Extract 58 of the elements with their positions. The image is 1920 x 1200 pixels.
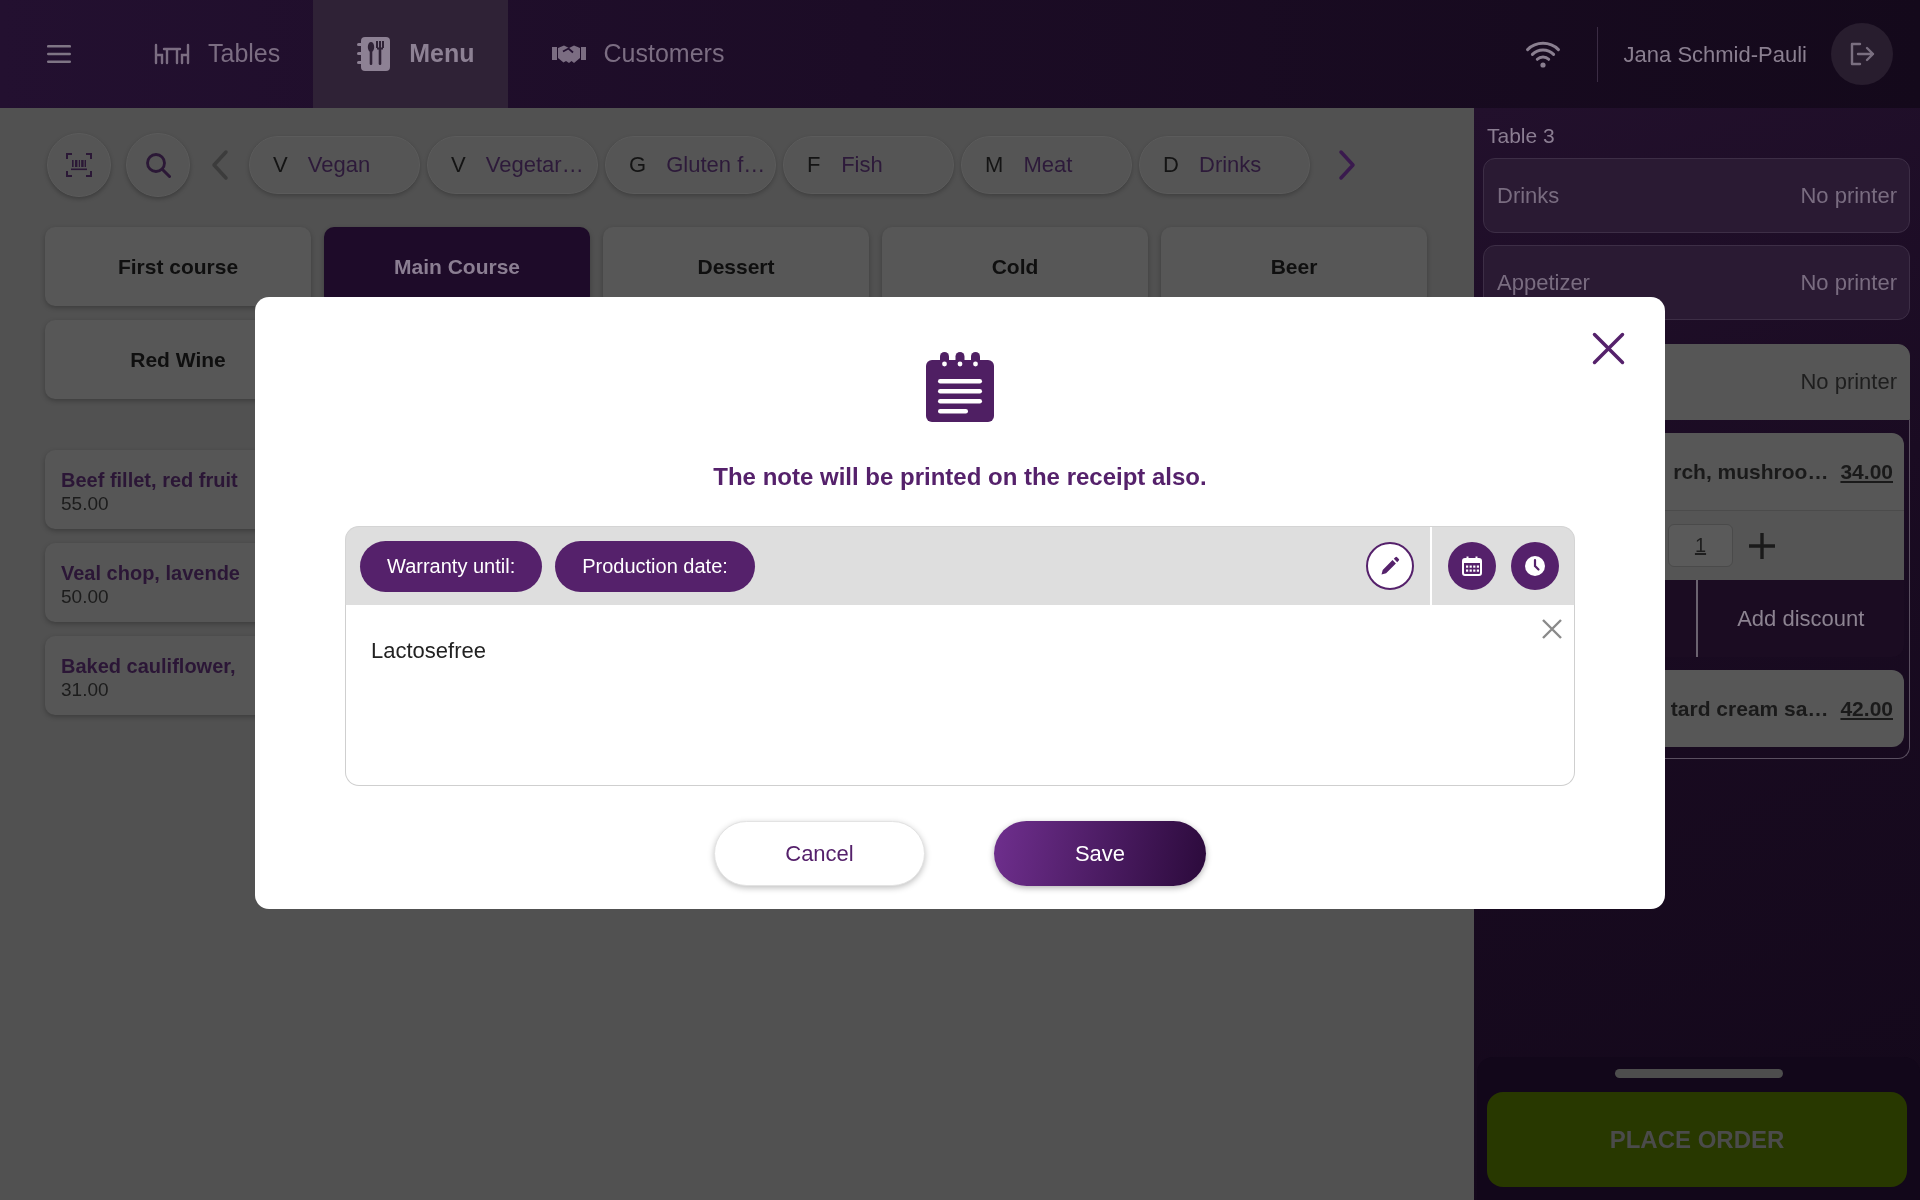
course-group-header[interactable]: Drinks No printer bbox=[1483, 158, 1910, 233]
item-name: Veal chop, lavende bbox=[61, 561, 240, 585]
item-price: 34.00 bbox=[1840, 458, 1893, 485]
filter-chip[interactable]: D Drinks bbox=[1139, 136, 1310, 194]
printer-status: No printer bbox=[1800, 270, 1897, 295]
filter-chip[interactable]: V Vegan bbox=[249, 136, 420, 194]
filter-chip[interactable]: V Vegetar… bbox=[427, 136, 598, 194]
item-name: Beef fillet, red fruit bbox=[61, 468, 238, 492]
item-price: 55.00 bbox=[61, 492, 109, 516]
item-name: rch, mushroo… bbox=[1673, 458, 1829, 485]
close-icon[interactable] bbox=[1592, 332, 1625, 365]
clear-icon[interactable] bbox=[1541, 618, 1563, 640]
cutlery-book-icon bbox=[357, 36, 392, 72]
plus-icon[interactable] bbox=[1747, 530, 1777, 561]
dialog-message: The note will be printed on the receipt also. bbox=[713, 462, 1207, 491]
nav-tab[interactable]: Tables bbox=[110, 0, 314, 108]
insert-tag-button[interactable]: Warranty until: bbox=[360, 540, 543, 592]
search-button[interactable] bbox=[126, 133, 190, 197]
quantity-field[interactable]: 1 bbox=[1668, 524, 1733, 567]
item-name: tard cream sa… bbox=[1670, 695, 1829, 722]
time-button[interactable] bbox=[1511, 542, 1559, 590]
printer-status: No printer bbox=[1800, 183, 1897, 208]
menu-icon[interactable] bbox=[47, 45, 71, 63]
edit-button[interactable] bbox=[1366, 542, 1414, 590]
calendar-icon bbox=[1462, 556, 1482, 576]
user-name: Jana Schmid-Pauli bbox=[1623, 40, 1807, 69]
pencil-icon bbox=[1380, 556, 1400, 576]
filter-chip[interactable]: G Gluten f… bbox=[605, 136, 776, 194]
cancel-button[interactable]: Cancel bbox=[714, 821, 925, 886]
group-name: Drinks bbox=[1497, 183, 1560, 208]
drag-handle[interactable] bbox=[1614, 1069, 1783, 1078]
group-name: Appetizer bbox=[1497, 270, 1590, 295]
exit-arrow-icon bbox=[1849, 42, 1875, 66]
scan-icon bbox=[66, 153, 92, 177]
notepad-icon bbox=[926, 352, 994, 422]
item-price: 31.00 bbox=[61, 678, 109, 702]
clock-icon bbox=[1524, 555, 1546, 577]
scan-button[interactable] bbox=[47, 133, 111, 197]
nav-tab[interactable]: Menu bbox=[313, 0, 508, 108]
wifi-icon bbox=[1525, 40, 1560, 68]
printer-status: No printer bbox=[1800, 370, 1897, 394]
table-title: Table 3 bbox=[1487, 123, 1555, 148]
item-price: 42.00 bbox=[1840, 695, 1893, 722]
nav-tab[interactable]: Customers bbox=[507, 0, 758, 108]
handshake-icon bbox=[551, 43, 586, 65]
category-tab[interactable]: First course bbox=[45, 227, 311, 306]
note-field[interactable]: Lactosefree bbox=[345, 605, 1575, 786]
chevron-right-icon[interactable] bbox=[1337, 149, 1357, 181]
save-button[interactable]: Save bbox=[994, 821, 1206, 886]
date-button[interactable] bbox=[1448, 542, 1496, 590]
item-price: 50.00 bbox=[61, 585, 109, 609]
table-chairs-icon bbox=[154, 43, 190, 65]
filter-chip[interactable]: F Fish bbox=[783, 136, 954, 194]
place-order-button[interactable]: PLACE ORDER bbox=[1487, 1092, 1907, 1187]
item-name: Baked cauliflower, bbox=[61, 654, 236, 678]
insert-tag-button[interactable]: Production date: bbox=[555, 540, 755, 592]
filter-chip[interactable]: M Meat bbox=[961, 136, 1132, 194]
search-icon bbox=[145, 152, 171, 178]
